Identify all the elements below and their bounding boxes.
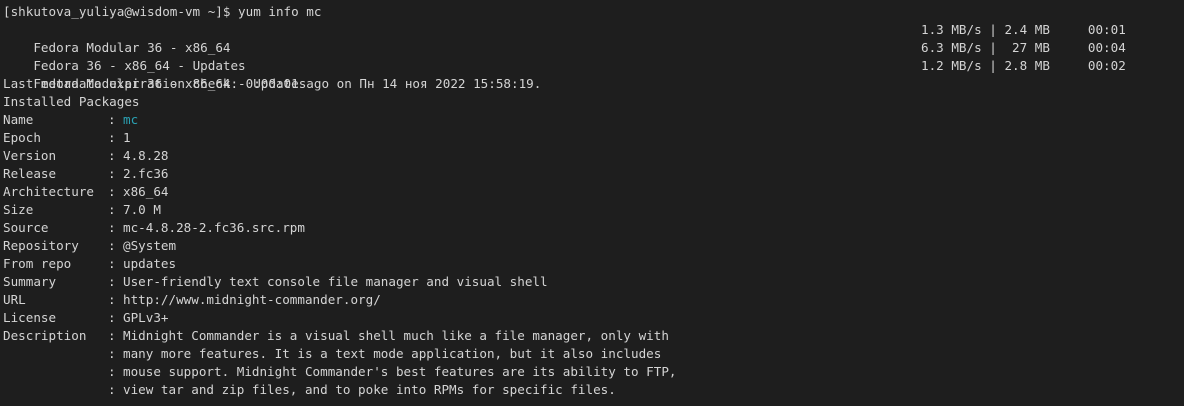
repo-line: Fedora 36 - x86_64 - Updates 6.3 MB/s | … [0,39,1184,73]
pipe-separator: | [989,58,997,73]
field-value: many more features. It is a text mode ap… [123,346,662,361]
field-value: mc [123,112,139,127]
field-value: x86_64 [123,184,169,199]
field-row: : mouse support. Midnight Commander's bes… [0,363,1184,381]
field-key: Version [3,148,57,163]
field-row: Source: mc-4.8.28-2.fc36.src.rpm [0,219,1184,237]
pipe-separator: | [989,22,997,37]
field-separator: : [108,148,116,163]
field-separator: : [108,112,116,127]
field-value: 7.0 M [123,202,161,217]
field-value: GPLv3+ [123,310,169,325]
field-key: Epoch [3,130,41,145]
repo-stats: 6.3 MB/s | 27 MB 00:04 [921,39,1126,57]
field-separator: : [108,292,116,307]
repo-size: 2.8 MB [1004,58,1050,73]
field-row: Description: Midnight Commander is a visu… [0,327,1184,345]
field-separator: : [108,220,116,235]
field-row: From repo: updates [0,255,1184,273]
field-separator: : [108,256,116,271]
pipe-separator: | [989,40,997,55]
repo-time: 00:04 [1087,40,1126,55]
repo-size: 2.4 MB [1004,22,1050,37]
field-row: Size:7.0 M [0,201,1184,219]
repo-stats: 1.2 MB/s | 2.8 MB 00:02 [921,57,1126,75]
field-key: Release [3,166,57,181]
field-key: Description [3,328,87,343]
field-row: Architecture: x86_64 [0,183,1184,201]
repo-speed: 6.3 MB/s [921,40,982,55]
terminal-window[interactable]: [shkutova_yuliya@wisdom-vm ~]$ yum info … [0,0,1184,406]
repo-size: 27 MB [1004,40,1050,55]
field-row: Version:4.8.28 [0,147,1184,165]
field-value: User-friendly text console file manager … [123,274,548,289]
field-separator: : [108,202,116,217]
field-separator: : [108,130,116,145]
field-value: mc-4.8.28-2.fc36.src.rpm [123,220,305,235]
field-separator: : [108,346,116,361]
field-key: URL [3,292,26,307]
field-row: License: GPLv3+ [0,309,1184,327]
repo-speed: 1.3 MB/s [921,22,982,37]
field-key: License [3,310,57,325]
metadata-line: Last metadata expiration check: 0:00:01 … [3,76,542,91]
repo-time: 00:02 [1087,58,1126,73]
repo-line: Fedora Modular 36 - x86_64 - Updates 1.2… [0,57,1184,91]
field-key: Architecture [3,184,94,199]
field-separator: : [108,310,116,325]
field-separator: : [108,364,116,379]
field-value: updates [123,256,177,271]
field-separator: : [108,274,116,289]
field-value: 1 [123,130,131,145]
field-value: 4.8.28 [123,148,169,163]
repo-line: Fedora Modular 36 - x86_64 1.3 MB/s | 2.… [0,21,1184,55]
field-value: mouse support. Midnight Commander's best… [123,364,677,379]
field-separator: : [108,238,116,253]
repo-stats: 1.3 MB/s | 2.4 MB 00:01 [921,21,1126,39]
field-value: @System [123,238,177,253]
field-value: http://www.midnight-commander.org/ [123,292,381,307]
field-separator: : [108,184,116,199]
field-row: Epoch:1 [0,129,1184,147]
field-key: Summary [3,274,57,289]
field-value: view tar and zip files, and to poke into… [123,382,616,397]
field-key: Source [3,220,49,235]
field-row: URL: http://www.midnight-commander.org/ [0,291,1184,309]
field-value: Midnight Commander is a visual shell muc… [123,328,669,343]
field-key: Size [3,202,34,217]
field-separator: : [108,382,116,397]
prompt-line: [shkutova_yuliya@wisdom-vm ~]$ yum info … [3,4,322,19]
field-row: Release:2.fc36 [0,165,1184,183]
field-separator: : [108,328,116,343]
field-separator: : [108,166,116,181]
field-row: Repository: @System [0,237,1184,255]
section-title: Installed Packages [3,94,140,109]
field-row: : view tar and zip files, and to poke int… [0,381,1184,399]
repo-speed: 1.2 MB/s [921,58,982,73]
field-row: Summary: User-friendly text console file … [0,273,1184,291]
field-row: : many more features. It is a text mode a… [0,345,1184,363]
field-value: 2.fc36 [123,166,169,181]
field-row: Name: mc [0,111,1184,129]
field-key: Name [3,112,34,127]
field-key: From repo [3,256,72,271]
repo-time: 00:01 [1087,22,1126,37]
field-key: Repository [3,238,79,253]
